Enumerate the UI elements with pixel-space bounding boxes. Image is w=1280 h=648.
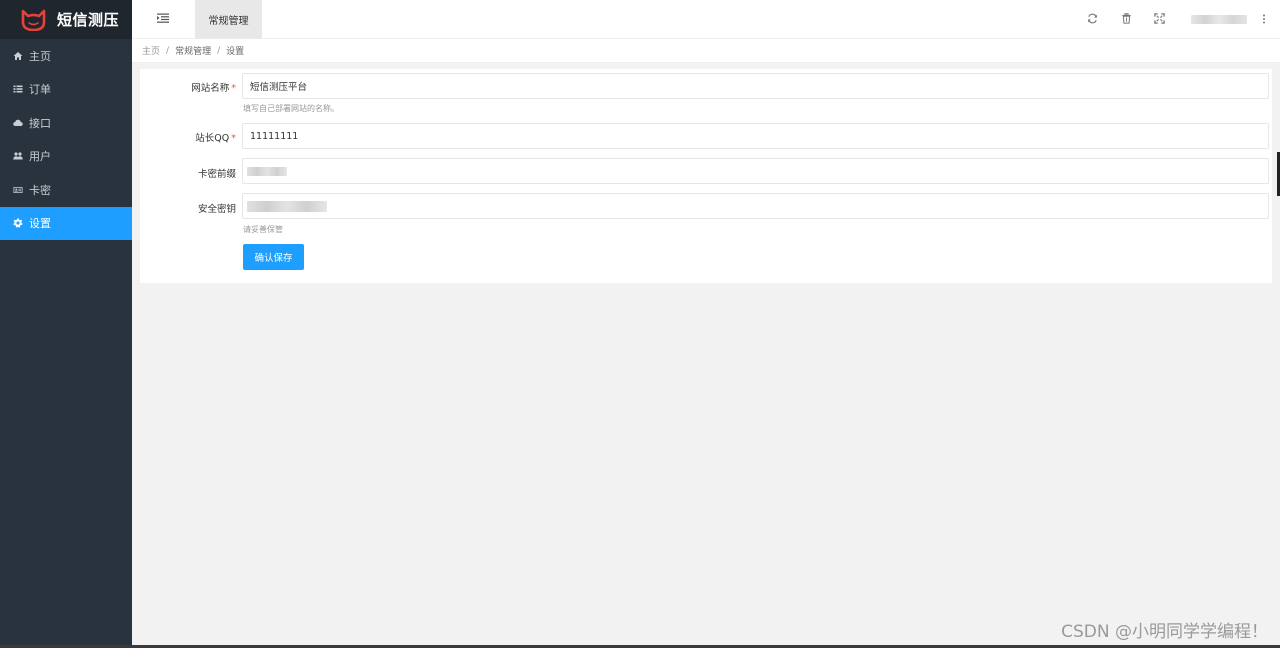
users-icon [12, 151, 23, 162]
sidebar-nav: 主页 订单 接口 用户 卡密 设置 [0, 39, 132, 240]
cloud-icon [12, 117, 23, 128]
watermark: CSDN @小明同学学编程！ [1061, 622, 1268, 642]
secret-key-label: 安全密钥 [140, 201, 236, 215]
admin-qq-input[interactable]: 11111111 [242, 123, 1269, 149]
menu-toggle-icon[interactable] [156, 11, 172, 27]
breadcrumb-separator: / [166, 45, 170, 56]
sidebar-item-orders[interactable]: 订单 [0, 73, 132, 107]
breadcrumb-general-management[interactable]: 常规管理 [175, 44, 211, 57]
save-button[interactable]: 确认保存 [243, 244, 304, 270]
breadcrumb-settings: 设置 [226, 47, 245, 57]
app-title: 短信测压 [57, 11, 120, 29]
card-prefix-value-blurred [247, 166, 287, 176]
breadcrumb-separator: / [217, 45, 221, 56]
fullscreen-icon[interactable] [1154, 13, 1166, 25]
sidebar-item-home[interactable]: 主页 [0, 39, 132, 73]
sidebar-item-label: 订单 [29, 83, 51, 97]
id-card-icon [12, 184, 23, 195]
sidebar: 短信测压 主页 订单 接口 用户 卡密 设置 [0, 0, 132, 648]
secret-key-input[interactable] [242, 193, 1269, 219]
sidebar-item-cards[interactable]: 卡密 [0, 173, 132, 207]
home-icon [12, 50, 23, 61]
top-header: 常规管理 [132, 0, 1280, 39]
breadcrumb: 主页 / 常规管理 / 设置 [132, 39, 1280, 63]
app-logo[interactable]: 短信测压 [0, 0, 132, 39]
trash-icon[interactable] [1121, 13, 1133, 25]
sidebar-item-settings[interactable]: 设置 [0, 206, 132, 240]
sidebar-item-label: 主页 [29, 49, 51, 63]
settings-form: 网站名称 * 短信测压平台 填写自己部署网站的名称。 站长QQ * 11111111… [140, 69, 1272, 283]
sidebar-item-label: 卡密 [29, 183, 51, 197]
secret-key-hint: 请妥善保管 [243, 225, 283, 234]
site-name-hint: 填写自己部署网站的名称。 [243, 104, 339, 113]
list-icon [12, 84, 23, 95]
user-menu[interactable] [1191, 15, 1247, 24]
card-prefix-label-text: 卡密前缀 [197, 169, 236, 180]
admin-qq-label-text: 站长QQ [195, 133, 230, 144]
required-mark: * [231, 133, 236, 144]
secret-key-label-text: 安全密钥 [197, 204, 236, 215]
breadcrumb-home[interactable]: 主页 [142, 44, 160, 57]
admin-qq-label: 站长QQ * [140, 130, 236, 144]
refresh-icon[interactable] [1087, 13, 1099, 25]
site-name-input[interactable]: 短信测压平台 [242, 73, 1269, 99]
sidebar-item-users[interactable]: 用户 [0, 140, 132, 174]
sidebar-item-label: 接口 [29, 116, 51, 130]
sidebar-item-label: 设置 [29, 217, 51, 231]
sidebar-item-label: 用户 [29, 150, 51, 164]
card-prefix-input[interactable] [242, 158, 1269, 184]
gear-icon [12, 218, 23, 229]
card-prefix-label: 卡密前缀 [140, 166, 236, 180]
cat-logo-icon [21, 9, 46, 31]
site-name-value: 短信测压平台 [250, 82, 308, 93]
sidebar-item-api[interactable]: 接口 [0, 106, 132, 140]
admin-qq-value: 11111111 [250, 130, 299, 142]
secret-key-value-blurred [247, 200, 327, 212]
tab-general-management[interactable]: 常规管理 [195, 0, 262, 39]
site-name-label-text: 网站名称 [191, 83, 230, 94]
site-name-label: 网站名称 * [140, 80, 236, 94]
required-mark: * [231, 83, 236, 94]
more-icon[interactable] [1261, 13, 1267, 25]
